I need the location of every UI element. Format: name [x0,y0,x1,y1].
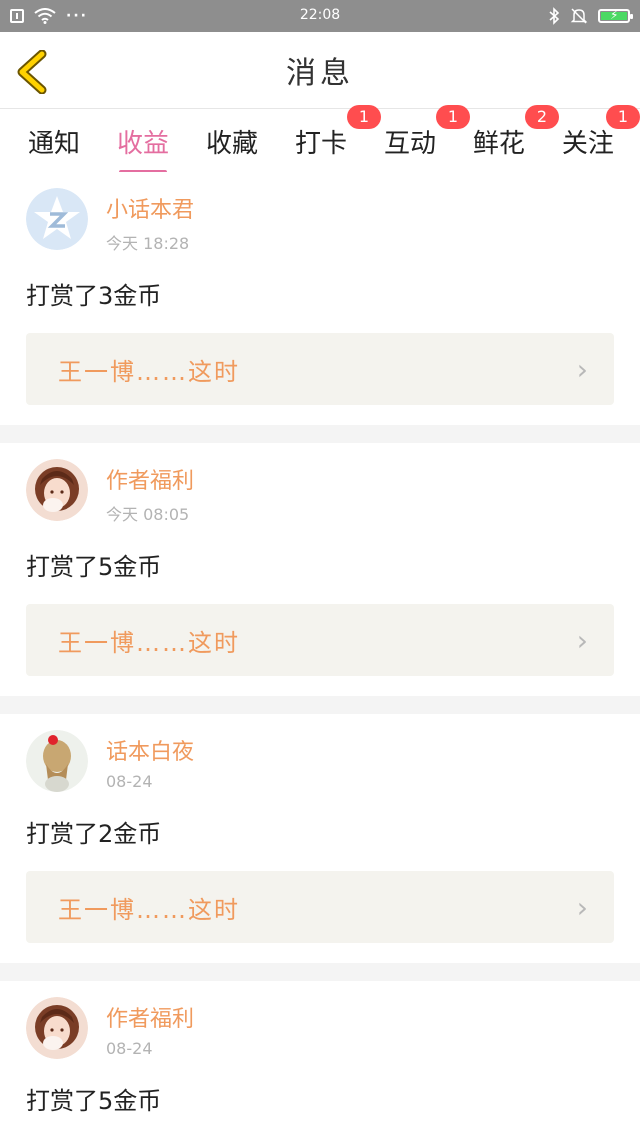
user-info: 作者福利 08-24 [106,997,194,1058]
chevron-right-icon: › [576,352,588,386]
tab-bar: 通知 收益 收藏 打卡 1 互动 1 鲜花 2 关注 1 [0,104,640,174]
braid-avatar[interactable] [26,730,88,792]
status-bar: ··· 22:08 ⚡ [0,0,640,32]
message-header: 话本白夜 08-24 [26,730,614,792]
chevron-right-icon: › [576,623,588,657]
username[interactable]: 话本白夜 [106,734,194,766]
story-reference[interactable]: 王一博……这时 › [26,604,614,676]
tab-label: 收藏 [205,128,258,159]
tab-earnings[interactable]: 收益 [116,111,169,174]
story-reference[interactable]: 王一博……这时 › [26,333,614,405]
logo-avatar[interactable] [26,188,88,250]
message-header: 作者福利 08-24 [26,997,614,1059]
message-header: 作者福利 今天 08:05 [26,459,614,525]
tab-favorites[interactable]: 收藏 [206,111,258,172]
tab-label: 鲜花 [472,128,525,159]
user-info: 作者福利 今天 08:05 [106,459,194,525]
tab-label: 通知 [28,128,81,159]
user-info: 话本白夜 08-24 [106,730,194,791]
timestamp: 08-24 [106,1039,153,1058]
message-text: 打赏了5金币 [26,1087,162,1115]
username[interactable]: 作者福利 [106,463,194,495]
unread-badge: 2 [524,104,559,129]
page-title: 消息 [286,56,354,91]
story-title: 王一博……这时 [58,357,240,386]
chevron-right-icon: › [576,890,588,924]
tab-label: 打卡 [294,128,347,159]
message-text: 打赏了3金币 [26,282,162,310]
message-list: 小话本君 今天 18:28 打赏了3金币 王一博……这时 › 作者福利 今天 0… [0,172,640,1136]
message-text: 打赏了2金币 [26,820,162,848]
story-title: 王一博……这时 [58,628,240,657]
header: 消息 [0,32,640,109]
unread-badge: 1 [346,104,381,129]
message-header: 小话本君 今天 18:28 [26,188,614,254]
timestamp: 今天 18:28 [106,234,190,253]
user-info: 小话本君 今天 18:28 [106,188,194,254]
tab-label: 收益 [116,128,169,159]
unread-badge: 1 [605,104,640,129]
story-reference[interactable]: 王一博……这时 › [26,871,614,943]
tab-checkin[interactable]: 打卡 1 [294,104,381,172]
message-card: 小话本君 今天 18:28 打赏了3金币 王一博……这时 › [0,172,640,425]
message-card: 作者福利 08-24 打赏了5金币 [0,981,640,1136]
timestamp: 08-24 [106,772,153,791]
tab-interaction[interactable]: 互动 1 [383,104,470,172]
battery-charging-icon: ⚡ [598,8,633,23]
tab-follow[interactable]: 关注 1 [561,104,640,172]
divider [0,696,640,714]
username[interactable]: 作者福利 [106,1001,194,1033]
story-title: 王一博……这时 [58,895,240,924]
girl-avatar[interactable] [26,459,88,521]
username[interactable]: 小话本君 [106,192,194,224]
divider [0,963,640,981]
girl-avatar[interactable] [26,997,88,1059]
tab-label: 互动 [383,128,436,159]
message-card: 作者福利 今天 08:05 打赏了5金币 王一博……这时 › [0,443,640,696]
tab-notice[interactable]: 通知 [28,111,80,172]
unread-badge: 1 [435,104,470,129]
divider [0,425,640,443]
timestamp: 今天 08:05 [106,505,190,524]
status-time: 22:08 [299,7,341,23]
tab-flowers[interactable]: 鲜花 2 [472,104,559,172]
tab-label: 关注 [561,128,614,159]
message-card: 话本白夜 08-24 打赏了2金币 王一博……这时 › [0,714,640,963]
message-text: 打赏了5金币 [26,553,162,581]
chevron-left-icon[interactable] [14,50,54,94]
